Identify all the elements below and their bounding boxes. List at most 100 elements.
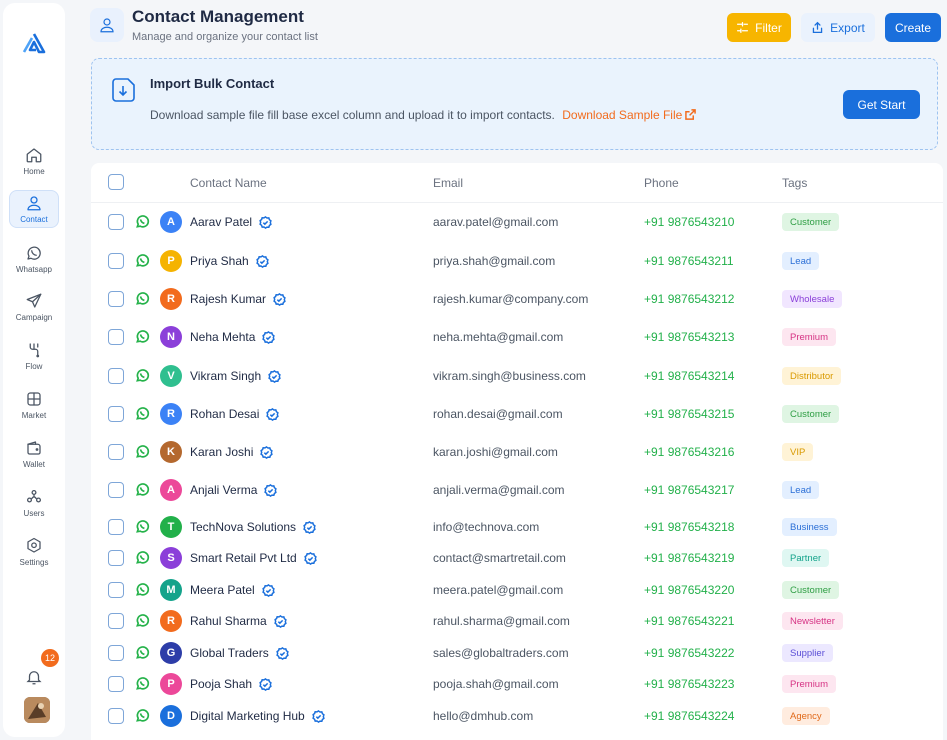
table-row[interactable]: R Rahul Sharma rahul.sharma@gmail.com +91 9… — [91, 605, 943, 637]
whatsapp-icon[interactable] — [135, 253, 150, 268]
contact-name[interactable]: Pooja Shah — [190, 677, 252, 691]
export-button[interactable]: Export — [801, 13, 875, 42]
contact-name-cell: Rajesh Kumar — [190, 292, 286, 306]
select-all-checkbox[interactable] — [108, 174, 124, 190]
table-row[interactable]: S Smart Retail Pvt Ltd contact@smartretail… — [91, 542, 943, 574]
get-start-button[interactable]: Get Start — [843, 90, 920, 119]
whatsapp-icon[interactable] — [135, 645, 150, 660]
contact-name[interactable]: Rajesh Kumar — [190, 292, 266, 306]
contact-tag: Agency — [782, 707, 830, 725]
whatsapp-icon[interactable] — [135, 406, 150, 421]
contact-phone: +91 9876543216 — [644, 445, 735, 459]
contact-name[interactable]: Rahul Sharma — [190, 614, 267, 628]
filter-button[interactable]: Filter — [727, 13, 791, 42]
verified-icon — [260, 445, 274, 459]
whatsapp-icon[interactable] — [135, 519, 150, 534]
sidebar-item-flow[interactable]: Flow — [9, 337, 59, 375]
download-sample-link[interactable]: Download Sample File — [562, 108, 697, 122]
row-checkbox[interactable] — [108, 253, 124, 269]
row-checkbox[interactable] — [108, 676, 124, 692]
contact-name[interactable]: Rohan Desai — [190, 407, 259, 421]
contact-name-cell: Meera Patel — [190, 583, 275, 597]
row-checkbox[interactable] — [108, 444, 124, 460]
row-checkbox[interactable] — [108, 519, 124, 535]
notifications-bell[interactable] — [25, 668, 45, 688]
contact-phone: +91 9876543210 — [644, 215, 735, 229]
contact-name[interactable]: TechNova Solutions — [190, 520, 296, 534]
contact-name[interactable]: Global Traders — [190, 646, 269, 660]
table-row[interactable]: A Aarav Patel aarav.patel@gmail.com +91 987… — [91, 206, 943, 238]
app-logo[interactable] — [22, 31, 46, 55]
table-row[interactable]: D Digital Marketing Hub hello@dmhub.com +91… — [91, 700, 943, 732]
contact-name[interactable]: Meera Patel — [190, 583, 255, 597]
sidebar-item-whatsapp[interactable]: Whatsapp — [9, 240, 59, 278]
contact-name[interactable]: Vikram Singh — [190, 369, 261, 383]
verified-icon — [311, 709, 325, 723]
table-row[interactable]: R Rohan Desai rohan.desai@gmail.com +91 987… — [91, 398, 943, 430]
create-button[interactable]: Create — [885, 13, 941, 42]
whatsapp-icon[interactable] — [135, 329, 150, 344]
sidebar-item-market[interactable]: Market — [9, 386, 59, 424]
verified-icon — [266, 407, 280, 421]
row-checkbox[interactable] — [108, 550, 124, 566]
row-checkbox[interactable] — [108, 708, 124, 724]
users-icon — [26, 489, 42, 503]
contact-name[interactable]: Karan Joshi — [190, 445, 253, 459]
sidebar-item-contact[interactable]: Contact — [9, 190, 59, 228]
row-checkbox[interactable] — [108, 482, 124, 498]
whatsapp-icon[interactable] — [135, 613, 150, 628]
contact-avatar: T — [160, 516, 182, 538]
sidebar-item-label: Market — [21, 411, 47, 420]
contact-name[interactable]: Priya Shah — [190, 254, 249, 268]
user-avatar[interactable] — [24, 697, 50, 723]
sidebar-item-home[interactable]: Home — [9, 142, 59, 180]
row-checkbox[interactable] — [108, 368, 124, 384]
contact-header-icon — [90, 8, 124, 42]
contact-name[interactable]: Anjali Verma — [190, 483, 257, 497]
contact-name[interactable]: Neha Mehta — [190, 330, 255, 344]
contact-email: info@technova.com — [433, 520, 540, 534]
sidebar-item-users[interactable]: Users — [9, 484, 59, 522]
sidebar-item-settings[interactable]: Settings — [9, 533, 59, 571]
table-row[interactable]: G Global Traders sales@globaltraders.com +9… — [91, 637, 943, 669]
whatsapp-icon[interactable] — [135, 708, 150, 723]
whatsapp-icon[interactable] — [135, 444, 150, 459]
whatsapp-icon[interactable] — [135, 550, 150, 565]
table-row[interactable]: N Neha Mehta neha.mehta@gmail.com +91 98765… — [91, 321, 943, 353]
banner-title: Import Bulk Contact — [150, 76, 275, 91]
table-row[interactable]: K Karan Joshi karan.joshi@gmail.com +91 987… — [91, 436, 943, 468]
table-row[interactable]: R Rajesh Kumar rajesh.kumar@company.com +91… — [91, 283, 943, 315]
contact-name[interactable]: Aarav Patel — [190, 215, 252, 229]
row-checkbox[interactable] — [108, 613, 124, 629]
table-row[interactable]: M Meera Patel meera.patel@gmail.com +91 987… — [91, 574, 943, 606]
table-row[interactable]: A Anjali Verma anjali.verma@gmail.com +91 9… — [91, 474, 943, 506]
whatsapp-icon[interactable] — [135, 368, 150, 383]
whatsapp-icon[interactable] — [135, 482, 150, 497]
verified-icon — [262, 330, 276, 344]
whatsapp-icon[interactable] — [135, 582, 150, 597]
row-checkbox[interactable] — [108, 214, 124, 230]
row-checkbox[interactable] — [108, 291, 124, 307]
banner-description: Download sample file fill base excel col… — [150, 108, 555, 122]
whatsapp-icon[interactable] — [135, 676, 150, 691]
row-checkbox[interactable] — [108, 329, 124, 345]
row-checkbox[interactable] — [108, 406, 124, 422]
sidebar-item-wallet[interactable]: Wallet — [9, 435, 59, 473]
contact-name[interactable]: Smart Retail Pvt Ltd — [190, 551, 297, 565]
verified-icon — [261, 583, 275, 597]
contact-tag: Customer — [782, 213, 840, 231]
column-header-tags: Tags — [782, 176, 808, 190]
whatsapp-icon[interactable] — [135, 291, 150, 306]
sidebar-item-campaign[interactable]: Campaign — [9, 288, 59, 326]
filter-icon — [737, 21, 749, 34]
contact-avatar: R — [160, 610, 182, 632]
table-row[interactable]: P Priya Shah priya.shah@gmail.com +91 98765… — [91, 245, 943, 277]
row-checkbox[interactable] — [108, 645, 124, 661]
verified-icon — [275, 646, 289, 660]
table-row[interactable]: V Vikram Singh vikram.singh@business.com +9… — [91, 360, 943, 392]
contact-name[interactable]: Digital Marketing Hub — [190, 709, 305, 723]
whatsapp-icon[interactable] — [135, 214, 150, 229]
table-row[interactable]: P Pooja Shah pooja.shah@gmail.com +91 98765… — [91, 668, 943, 700]
table-row[interactable]: T TechNova Solutions info@technova.com +91 … — [91, 511, 943, 543]
row-checkbox[interactable] — [108, 582, 124, 598]
